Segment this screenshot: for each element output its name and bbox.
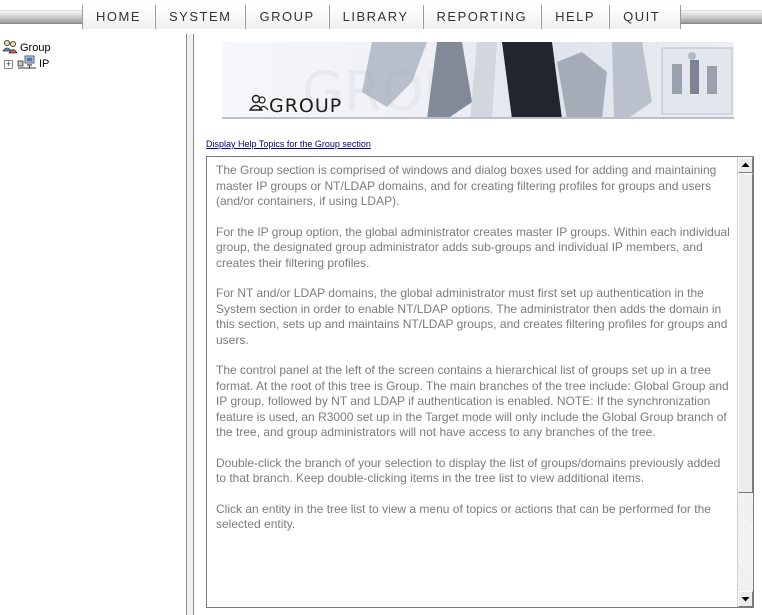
menu-reporting[interactable]: REPORTING [422,5,542,29]
help-paragraph: The Group section is comprised of window… [216,163,717,208]
help-text-area[interactable]: The Group section is comprised of window… [206,156,754,608]
banner-title: GROUP [248,94,343,117]
help-paragraph: For the IP group option, the global admi… [216,224,730,270]
vertical-scrollbar[interactable] [737,157,753,607]
menu-group[interactable]: GROUP [245,5,329,29]
arrow-up-icon [741,162,750,167]
tree-ip-label: IP [39,58,50,70]
arrow-down-icon [741,597,750,602]
plus-expander-icon[interactable]: + [4,59,13,69]
scrollbar-thumb[interactable] [738,173,753,493]
help-paragraph: The control panel at the left of the scr… [216,363,729,439]
menu-home[interactable]: HOME [82,5,155,29]
scroll-down-button[interactable] [738,591,753,607]
tree-root-label: Group [20,42,51,54]
help-topics-link[interactable]: Display Help Topics for the Group sectio… [206,139,371,149]
banner-title-text: GROUP [269,94,343,117]
menu-help[interactable]: HELP [541,5,610,29]
help-paragraph: For NT and/or LDAP domains, the global a… [216,286,728,347]
help-paragraph: Click an entity in the tree list to view… [216,501,711,532]
section-banner: GROUP GROUP [222,42,734,119]
menu-system[interactable]: SYSTEM [155,5,246,29]
main-content: GROUP GROUP [198,34,762,615]
scroll-up-button[interactable] [738,157,753,173]
menu-quit[interactable]: QUIT [609,5,682,29]
frame-divider[interactable] [186,34,194,615]
top-menu-bar: HOME SYSTEM GROUP LIBRARY REPORTING HELP… [0,0,762,34]
group-users-icon [2,39,18,57]
group-users-icon [248,94,269,117]
menu-items: HOME SYSTEM GROUP LIBRARY REPORTING HELP… [82,5,682,29]
tree-panel: Group + IP [0,34,190,615]
menu-library[interactable]: LIBRARY [328,5,423,29]
network-computer-icon [17,55,37,73]
help-paragraph: Double-click the branch of your selectio… [216,455,721,486]
tree-root-group[interactable]: Group [2,40,51,56]
help-text-content: The Group section is comprised of window… [207,157,737,607]
tree-item-ip[interactable]: + IP [4,55,50,73]
